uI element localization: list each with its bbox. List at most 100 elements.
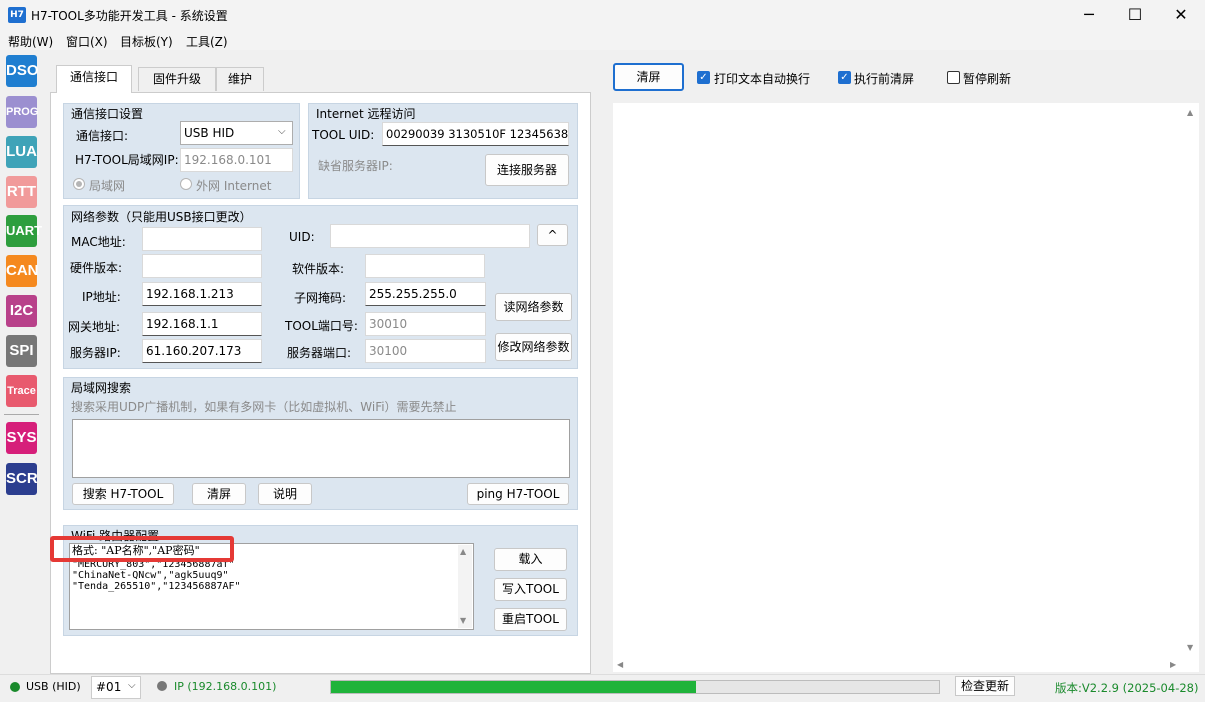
output-area[interactable] <box>613 103 1199 672</box>
lan-search-hint: 搜索采用UDP广播机制，如果有多网卡（比如虚拟机、WiFi）需要先禁止 <box>71 400 457 414</box>
menu-window[interactable]: 窗口(X) <box>66 33 108 50</box>
app-icon: H7 <box>8 7 26 23</box>
highlight-box <box>50 536 234 562</box>
sw-version-field[interactable] <box>365 254 485 278</box>
gateway-field[interactable]: 192.168.1.1 <box>142 312 262 336</box>
lan-ip-field[interactable]: 192.168.0.101 <box>180 148 293 172</box>
read-network-button[interactable]: 读网络参数 <box>495 293 572 321</box>
tool-sys-button[interactable]: SYS <box>6 422 37 454</box>
progress-fill <box>331 681 696 693</box>
window-title: H7-TOOL多功能开发工具 - 系统设置 <box>31 9 228 23</box>
menu-bar <box>0 30 1205 50</box>
menu-tools[interactable]: 工具(Z) <box>186 33 228 50</box>
close-button[interactable]: ✕ <box>1158 0 1204 30</box>
tab-comm[interactable]: 通信接口 <box>56 65 132 93</box>
lan-clear-button[interactable]: 清屏 <box>192 483 246 505</box>
progress-bar <box>330 680 940 694</box>
server-ip-label: 缺省服务器IP: <box>318 159 393 173</box>
output-clear-button[interactable]: 清屏 <box>613 63 684 91</box>
output-scroll-left-icon[interactable]: ◀ <box>617 660 623 669</box>
mac-label: MAC地址: <box>71 235 126 249</box>
tool-lua-button[interactable]: LUA <box>6 136 37 168</box>
gateway-label: 网关地址: <box>68 320 121 334</box>
tool-port-label: TOOL端口号: <box>285 319 358 333</box>
port-label: 通信接口: <box>76 129 129 143</box>
scroll-down-icon[interactable]: ▼ <box>460 616 466 625</box>
output-scroll-up-icon[interactable]: ▲ <box>1187 108 1193 117</box>
usb-status-icon <box>10 682 20 692</box>
uid-label: UID: <box>289 230 315 244</box>
tool-uid-field[interactable]: 00290039 3130510F 12345638 <box>382 122 569 146</box>
uid-field[interactable] <box>330 224 530 248</box>
search-h7tool-button[interactable]: 搜索 H7-TOOL <box>72 483 174 505</box>
menu-help[interactable]: 帮助(W) <box>8 33 53 50</box>
radio-lan[interactable] <box>73 178 85 190</box>
device-chevron-down-icon[interactable]: ⌵ <box>128 680 136 691</box>
radio-wan[interactable] <box>180 178 192 190</box>
lan-help-button[interactable]: 说明 <box>258 483 312 505</box>
tool-trace-button[interactable]: Trace <box>6 375 37 407</box>
menu-target[interactable]: 目标板(Y) <box>120 33 173 50</box>
internet-title: Internet 远程访问 <box>316 107 416 121</box>
sw-version-label: 软件版本: <box>292 262 345 276</box>
wifi-load-button[interactable]: 载入 <box>494 548 567 571</box>
chevron-down-icon[interactable]: ⌵ <box>278 126 286 137</box>
pause-checkbox[interactable] <box>947 71 960 84</box>
tool-prog-button[interactable]: PROG <box>6 96 38 128</box>
hw-version-label: 硬件版本: <box>70 261 123 275</box>
server-port-field[interactable]: 30100 <box>365 339 486 363</box>
network-params-title: 网络参数（只能用USB接口更改） <box>71 210 252 224</box>
mask-label: 子网掩码: <box>294 291 347 305</box>
uid-expand-button[interactable]: ^ <box>537 224 568 246</box>
comm-settings-title: 通信接口设置 <box>71 107 144 121</box>
tool-uart-button[interactable]: UART <box>6 215 42 247</box>
wrap-label: 打印文本自动换行 <box>714 72 811 86</box>
server-port-label: 服务器端口: <box>287 346 352 360</box>
mac-field[interactable] <box>142 227 262 251</box>
radio-wan-label: 外网 Internet <box>196 179 272 193</box>
minimize-button[interactable]: ─ <box>1066 0 1112 30</box>
tool-rtt-button[interactable]: RTT <box>6 176 37 208</box>
lan-search-title: 局域网搜索 <box>71 381 132 395</box>
preclear-checkbox[interactable]: ✓ <box>838 71 851 84</box>
ping-h7tool-button[interactable]: ping H7-TOOL <box>467 483 569 505</box>
output-scroll-right-icon[interactable]: ▶ <box>1170 660 1176 669</box>
device-select-value: #01 <box>96 680 122 694</box>
hw-version-field[interactable] <box>142 254 262 278</box>
output-scroll-down-icon[interactable]: ▼ <box>1187 643 1193 652</box>
ip-status-icon <box>157 681 167 691</box>
wifi-write-button[interactable]: 写入TOOL <box>494 578 567 601</box>
scroll-up-icon[interactable]: ▲ <box>460 547 466 556</box>
port-select[interactable]: USB HID <box>180 121 293 145</box>
radio-lan-label: 局域网 <box>89 179 126 193</box>
mask-field[interactable]: 255.255.255.0 <box>365 282 486 306</box>
tool-port-field[interactable]: 30010 <box>365 312 486 336</box>
pause-label: 暂停刷新 <box>963 72 1012 86</box>
tool-scr-button[interactable]: SCR <box>6 463 38 495</box>
wrap-checkbox[interactable]: ✓ <box>697 71 710 84</box>
port-value: USB HID <box>184 126 235 140</box>
ip-status-text: IP (192.168.0.101) <box>174 680 277 693</box>
server-ip-field[interactable]: 61.160.207.173 <box>142 339 262 363</box>
lan-ip-label: H7-TOOL局域网IP: <box>75 153 179 167</box>
lan-search-results[interactable] <box>72 419 570 478</box>
tab-maintenance[interactable]: 维护 <box>216 67 264 91</box>
connect-server-button[interactable]: 连接服务器 <box>485 154 569 186</box>
tool-can-button[interactable]: CAN <box>6 255 39 287</box>
tool-spi-button[interactable]: SPI <box>6 335 37 367</box>
version-label: 版本:V2.2.9 (2025-04-28) <box>1055 681 1199 695</box>
wifi-restart-button[interactable]: 重启TOOL <box>494 608 567 631</box>
toolbar-divider <box>4 414 39 415</box>
tool-dso-button[interactable]: DSO <box>6 55 39 87</box>
ip-label: IP地址: <box>82 290 121 304</box>
check-update-button[interactable]: 检查更新 <box>955 676 1015 696</box>
server-ip-param-label: 服务器IP: <box>70 346 121 360</box>
tool-uid-label: TOOL UID: <box>312 128 375 142</box>
ip-field[interactable]: 192.168.1.213 <box>142 282 262 306</box>
usb-status-text: USB (HID) <box>26 680 81 693</box>
tab-firmware[interactable]: 固件升级 <box>138 67 216 91</box>
tool-i2c-button[interactable]: I2C <box>6 295 37 327</box>
preclear-label: 执行前清屏 <box>854 72 915 86</box>
modify-network-button[interactable]: 修改网络参数 <box>495 333 572 361</box>
maximize-button[interactable]: ☐ <box>1112 0 1158 30</box>
